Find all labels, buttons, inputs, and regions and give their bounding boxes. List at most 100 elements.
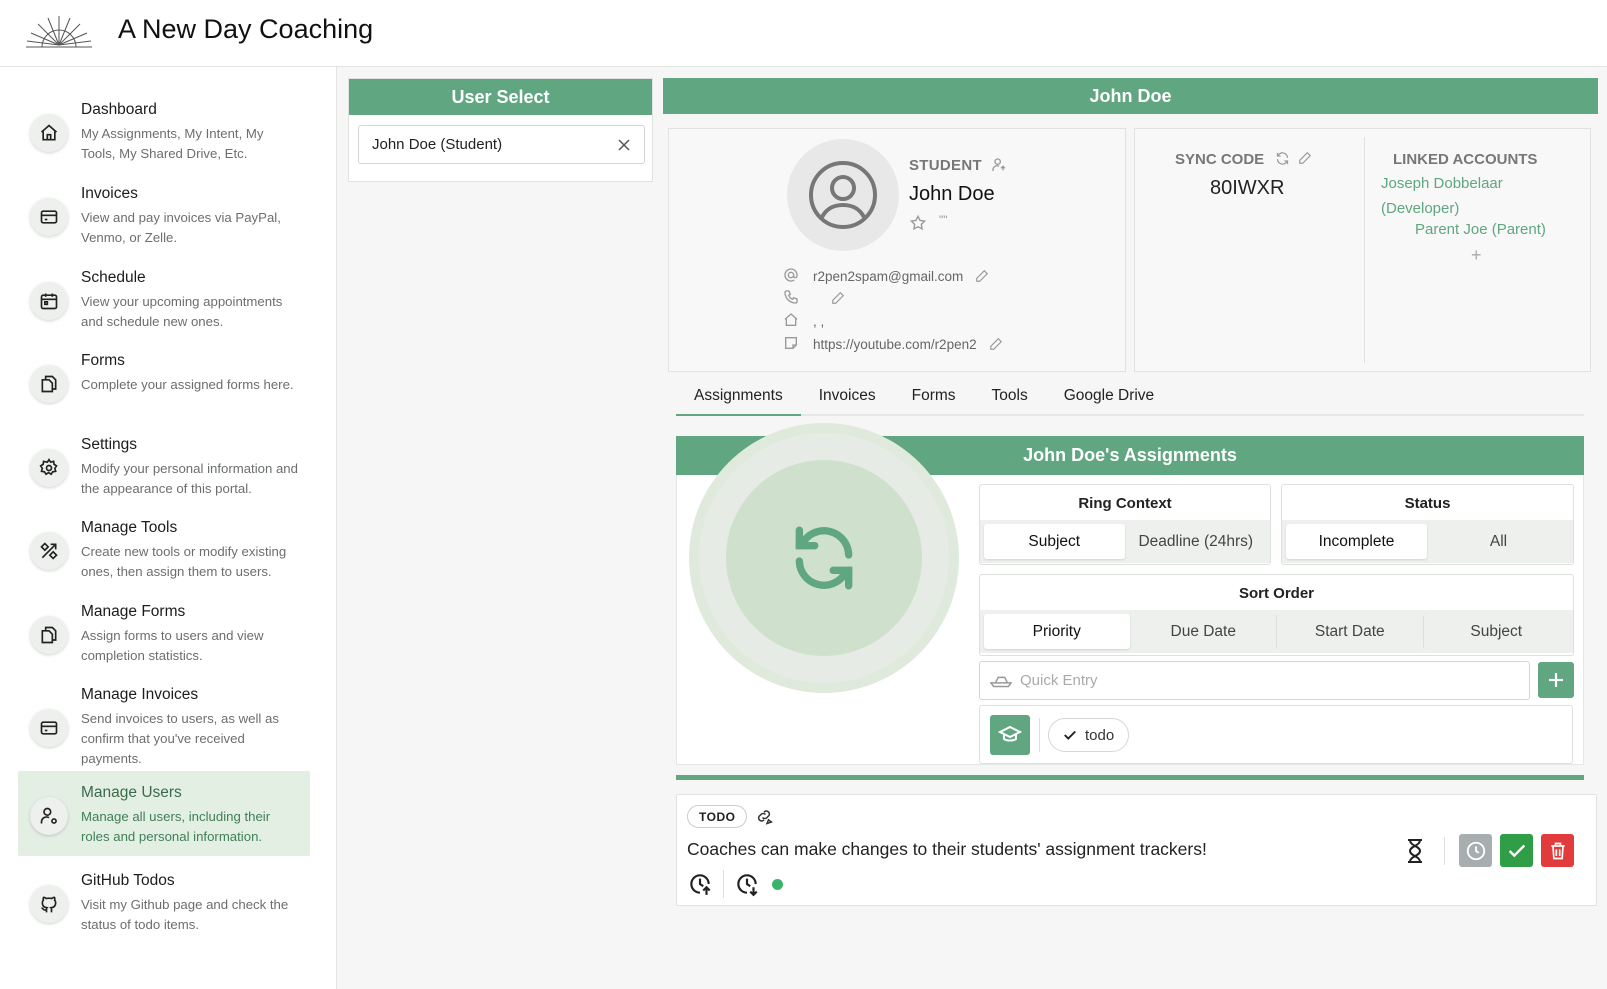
profile-card: STUDENT John Doe "" r2pen2spam@gmail.com… bbox=[668, 128, 1126, 372]
snooze-button[interactable] bbox=[1459, 834, 1492, 867]
sidebar-item-title: GitHub Todos bbox=[81, 872, 175, 889]
sidebar-item-desc: Send invoices to users, as well as confi… bbox=[81, 711, 279, 766]
sort-start-date[interactable]: Start Date bbox=[1276, 614, 1423, 649]
due-date-clock-icon[interactable] bbox=[734, 871, 760, 897]
progress-ring[interactable] bbox=[689, 423, 959, 693]
tag-filter-row: todo bbox=[979, 705, 1573, 764]
github-icon bbox=[30, 885, 68, 923]
assignment-card[interactable]: TODO Coaches can make changes to their s… bbox=[676, 794, 1597, 906]
sidebar-item-title: Forms bbox=[81, 352, 125, 369]
tab-assignments[interactable]: Assignments bbox=[676, 382, 801, 416]
refresh-icon[interactable] bbox=[787, 521, 861, 595]
sort-due-date[interactable]: Due Date bbox=[1130, 614, 1277, 649]
sort-order-title: Sort Order bbox=[1238, 585, 1314, 602]
sort-order-control: Sort Order Priority Due Date Start Date … bbox=[979, 574, 1574, 656]
sidebar-item-desc: Modify your personal information and the… bbox=[81, 461, 298, 496]
user-select-panel: User Select John Doe (Student) bbox=[348, 78, 653, 182]
sidebar-item-manage-invoices[interactable]: Manage Invoices Send invoices to users, … bbox=[18, 673, 310, 779]
user-select-input[interactable]: John Doe (Student) bbox=[358, 125, 645, 164]
note-value: https://youtube.com/r2pen2 bbox=[813, 336, 977, 352]
linked-accounts-label: LINKED ACCOUNTS bbox=[1393, 151, 1538, 168]
phone-icon bbox=[783, 289, 801, 307]
address-row: , , bbox=[783, 312, 824, 330]
ring-context-title: Ring Context bbox=[1078, 495, 1172, 512]
sidebar-item-desc: Visit my Github page and check the statu… bbox=[81, 897, 289, 932]
sidebar-item-desc: Manage all users, including their roles … bbox=[81, 809, 271, 844]
quick-entry-input[interactable] bbox=[1020, 672, 1500, 689]
user-select-header: User Select bbox=[349, 79, 652, 115]
sidebar-item-forms[interactable]: Forms Complete your assigned forms here. bbox=[18, 339, 310, 413]
sunrise-logo-icon[interactable] bbox=[26, 14, 92, 50]
app-title: A New Day Coaching bbox=[118, 14, 374, 44]
close-icon[interactable] bbox=[616, 137, 632, 153]
files-icon bbox=[30, 616, 68, 654]
status-all[interactable]: All bbox=[1427, 524, 1569, 559]
check-icon bbox=[1508, 844, 1525, 857]
sidebar-item-dashboard[interactable]: Dashboard My Assignments, My Intent, My … bbox=[18, 88, 310, 174]
refresh-icon[interactable] bbox=[1275, 151, 1290, 166]
add-linked-account-button[interactable]: + bbox=[1471, 245, 1482, 266]
ring-context-deadline[interactable]: Deadline (24hrs) bbox=[1125, 524, 1267, 559]
sidebar-item-title: Manage Users bbox=[81, 784, 182, 801]
sidebar-item-desc: View and pay invoices via PayPal, Venmo,… bbox=[81, 210, 281, 245]
status-title: Status bbox=[1404, 495, 1451, 512]
sidebar-item-desc: My Assignments, My Intent, My Tools, My … bbox=[81, 126, 264, 161]
sidebar-item-settings[interactable]: Settings Modify your personal informatio… bbox=[18, 423, 310, 509]
ring-context-subject[interactable]: Subject bbox=[984, 524, 1125, 559]
sidebar-item-title: Invoices bbox=[81, 185, 138, 202]
edit-pencil-icon[interactable] bbox=[1298, 151, 1312, 166]
linked-account-link[interactable]: Joseph Dobbelaar (Developer) bbox=[1381, 172, 1561, 221]
user-circle-icon bbox=[809, 161, 877, 229]
avatar[interactable] bbox=[787, 139, 899, 251]
sidebar-item-desc: View your upcoming appointments and sche… bbox=[81, 294, 283, 329]
sort-subject[interactable]: Subject bbox=[1422, 614, 1570, 649]
tab-tools[interactable]: Tools bbox=[974, 382, 1046, 416]
profile-header: John Doe bbox=[663, 78, 1598, 114]
status-incomplete[interactable]: Incomplete bbox=[1286, 524, 1427, 559]
tab-invoices[interactable]: Invoices bbox=[801, 382, 894, 416]
tools-icon bbox=[30, 532, 68, 570]
sidebar-item-title: Manage Forms bbox=[81, 603, 186, 620]
sidebar-item-manage-users[interactable]: Manage Users Manage all users, including… bbox=[18, 771, 310, 856]
sidebar-item-manage-tools[interactable]: Manage Tools Create new tools or modify … bbox=[18, 506, 310, 592]
sidebar-item-schedule[interactable]: Schedule View your upcoming appointments… bbox=[18, 256, 310, 342]
check-icon bbox=[1063, 728, 1077, 742]
sidebar-item-github-todos[interactable]: GitHub Todos Visit my Github page and ch… bbox=[18, 859, 310, 945]
add-assignment-button[interactable] bbox=[1538, 662, 1574, 698]
progress-bar bbox=[676, 775, 1584, 780]
todo-badge: TODO bbox=[687, 805, 748, 828]
edit-pencil-icon[interactable] bbox=[831, 291, 845, 305]
tab-forms[interactable]: Forms bbox=[894, 382, 974, 416]
graduation-cap-button[interactable] bbox=[990, 715, 1030, 755]
complete-button[interactable] bbox=[1500, 834, 1533, 867]
linked-account-link[interactable]: Parent Joe (Parent) bbox=[1415, 221, 1546, 238]
boat-icon bbox=[990, 673, 1012, 689]
sidebar: Dashboard My Assignments, My Intent, My … bbox=[0, 67, 337, 989]
edit-pencil-icon[interactable] bbox=[975, 269, 989, 283]
clock-icon bbox=[1466, 841, 1485, 860]
status-control: Status Incomplete All bbox=[1281, 484, 1574, 565]
sidebar-item-title: Schedule bbox=[81, 269, 146, 286]
link-edit-icon[interactable] bbox=[755, 807, 773, 825]
files-icon bbox=[30, 365, 68, 403]
sidebar-item-invoices[interactable]: Invoices View and pay invoices via PayPa… bbox=[18, 172, 310, 258]
delete-button[interactable] bbox=[1541, 834, 1574, 867]
tab-google-drive[interactable]: Google Drive bbox=[1046, 382, 1172, 416]
star-icon[interactable] bbox=[909, 214, 927, 232]
sort-priority[interactable]: Priority bbox=[984, 614, 1130, 649]
quick-entry-field[interactable] bbox=[979, 661, 1530, 700]
user-switch-icon[interactable] bbox=[991, 157, 1007, 173]
tag-chip-todo[interactable]: todo bbox=[1048, 718, 1130, 752]
hourglass-icon[interactable] bbox=[1404, 838, 1426, 864]
note-row: https://youtube.com/r2pen2 bbox=[783, 335, 1003, 353]
home-icon bbox=[30, 114, 68, 152]
edit-pencil-icon[interactable] bbox=[989, 337, 1003, 351]
start-date-clock-icon[interactable] bbox=[687, 871, 713, 897]
profile-tabs: Assignments Invoices Forms Tools Google … bbox=[676, 382, 1584, 416]
credit-card-icon bbox=[30, 198, 68, 236]
sidebar-item-manage-forms[interactable]: Manage Forms Assign forms to users and v… bbox=[18, 590, 310, 676]
sidebar-item-desc: Complete your assigned forms here. bbox=[81, 377, 294, 392]
sync-code-value: 80IWXR bbox=[1210, 177, 1285, 199]
address-value: , , bbox=[813, 313, 825, 329]
tag-label: todo bbox=[1085, 726, 1115, 744]
